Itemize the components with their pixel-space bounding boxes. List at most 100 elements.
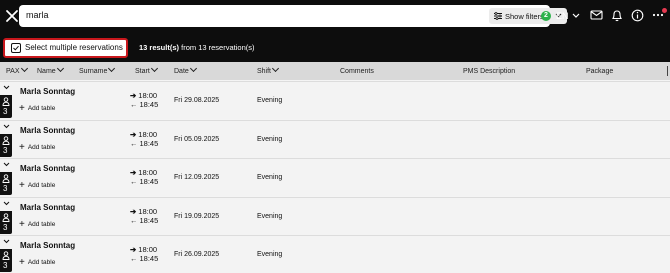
bell-icon[interactable]: [611, 9, 623, 22]
reservation-date: Fri 05.09.2025: [174, 135, 220, 143]
pax-count: 3: [3, 184, 8, 194]
close-icon[interactable]: [4, 8, 20, 24]
pax-count: 3: [3, 107, 8, 116]
arrow-right-icon: ➔: [130, 245, 137, 255]
person-icon: [2, 251, 10, 261]
person-icon: [2, 213, 10, 222]
plus-icon: +: [19, 180, 25, 192]
chevron-down-icon[interactable]: [3, 239, 10, 244]
start-time: ➔ 18:00: [130, 206, 158, 216]
mail-icon[interactable]: [590, 9, 603, 21]
search-input-value[interactable]: marla: [26, 10, 49, 20]
arrow-left-icon: ←: [130, 215, 138, 225]
sort-chevron-icon: [189, 64, 197, 73]
reservation-shift: Evening: [257, 212, 283, 220]
reservation-shift: Evening: [257, 174, 283, 182]
table-row[interactable]: 3 Marla Sonntag + Add table ➔ 18:00 ← 18:45…: [0, 119, 670, 158]
arrow-left-icon: ←: [130, 254, 138, 264]
guest-name[interactable]: Marla Sonntag: [20, 87, 75, 96]
person-icon: [2, 97, 10, 106]
guest-name[interactable]: Marla Sonntag: [20, 203, 75, 212]
language-selector[interactable]: EN: [556, 11, 569, 21]
chevron-down-icon[interactable]: [3, 162, 10, 167]
start-time: ➔ 18:00: [130, 91, 158, 100]
reservation-date: Fri 29.08.2025: [174, 97, 220, 104]
end-time: ← 18:45: [130, 100, 159, 109]
column-header-package: Package: [586, 68, 614, 75]
column-divider: [667, 66, 668, 76]
column-header-date[interactable]: Date: [174, 64, 197, 75]
table-row[interactable]: 3 Marla Sonntag + Add table ➔ 18:00 ← 18:45…: [0, 158, 670, 197]
arrow-right-icon: ➔: [130, 206, 137, 216]
filter-sliders-icon: [494, 12, 502, 20]
pax-badge: 3: [0, 172, 12, 196]
arrow-right-icon: ➔: [130, 168, 137, 178]
plus-icon: +: [19, 257, 25, 269]
start-time: ➔ 18:00: [130, 245, 158, 255]
plus-icon: +: [19, 141, 25, 153]
reservation-date: Fri 26.09.2025: [174, 251, 220, 259]
checkbox-icon[interactable]: [11, 43, 21, 53]
pax-count: 3: [3, 145, 8, 155]
show-filters-label: Show filters: [505, 12, 544, 21]
start-time: ➔ 18:00: [130, 129, 158, 139]
sort-chevron-icon: [271, 64, 280, 73]
chevron-down-icon[interactable]: [3, 124, 10, 129]
end-time: ← 18:45: [130, 138, 159, 148]
column-header-start[interactable]: Start: [135, 64, 158, 75]
plus-icon: +: [19, 103, 25, 114]
add-table-button[interactable]: + Add table: [19, 142, 55, 153]
guest-name[interactable]: Marla Sonntag: [20, 126, 75, 135]
results-summary: 13 result(s) from 13 reservation(s): [139, 43, 254, 52]
start-time: ➔ 18:00: [130, 168, 158, 178]
guest-name[interactable]: Marla Sonntag: [20, 164, 75, 173]
chevron-down-icon[interactable]: [3, 85, 10, 90]
chevron-down-icon[interactable]: [3, 201, 10, 206]
column-header-pms-description: PMS Description: [463, 68, 516, 75]
arrow-right-icon: ➔: [130, 129, 137, 139]
add-table-button[interactable]: + Add table: [19, 257, 55, 268]
column-header-surname[interactable]: Surname: [79, 64, 116, 75]
pax-badge: 3: [0, 249, 12, 273]
sort-chevron-icon: [108, 64, 116, 73]
results-count: 13 result(s): [139, 43, 180, 52]
pax-badge: 3: [0, 133, 12, 157]
column-header-shift[interactable]: Shift: [257, 64, 280, 75]
reservation-shift: Evening: [257, 251, 283, 259]
pax-count: 3: [3, 222, 8, 232]
select-multiple-reservations-button[interactable]: Select multiple reservations: [3, 38, 128, 58]
arrow-left-icon: ←: [130, 138, 138, 148]
end-time: ← 18:45: [130, 215, 159, 225]
reservation-date: Fri 12.09.2025: [174, 174, 220, 182]
arrow-left-icon: ←: [130, 177, 138, 187]
sort-chevron-icon: [20, 64, 28, 73]
table-row[interactable]: 3 Marla Sonntag + Add table ➔ 18:00 ← 18:45…: [0, 81, 670, 119]
reservation-shift: Evening: [257, 97, 283, 104]
top-bar: marla Show filters 2 EN: [0, 0, 670, 32]
table-row[interactable]: 3 Marla Sonntag + Add table ➔ 18:00 ← 18:45…: [0, 235, 670, 273]
info-icon[interactable]: [631, 9, 644, 22]
select-multiple-label: Select multiple reservations: [25, 43, 123, 52]
sort-chevron-icon: [56, 64, 64, 73]
reservation-date: Fri 19.09.2025: [174, 212, 220, 220]
add-table-button[interactable]: + Add table: [19, 103, 55, 114]
column-header-name[interactable]: Name: [37, 64, 64, 75]
reservation-shift: Evening: [257, 135, 283, 143]
person-icon: [2, 135, 10, 145]
person-icon: [2, 174, 10, 184]
end-time: ← 18:45: [130, 177, 159, 187]
add-table-button[interactable]: + Add table: [19, 180, 55, 191]
results-suffix: from 13 reservation(s): [181, 43, 255, 52]
end-time: ← 18:45: [130, 254, 159, 264]
column-header-pax[interactable]: PAX: [6, 64, 28, 75]
table-row[interactable]: 3 Marla Sonntag + Add table ➔ 18:00 ← 18:45…: [0, 196, 670, 235]
pax-badge: 3: [0, 95, 12, 118]
pax-count: 3: [3, 261, 8, 271]
chevron-down-icon[interactable]: [572, 13, 580, 19]
add-table-button[interactable]: + Add table: [19, 219, 55, 230]
guest-name[interactable]: Marla Sonntag: [20, 241, 75, 250]
search-input[interactable]: marla Show filters 2: [19, 5, 567, 27]
arrow-left-icon: ←: [130, 100, 138, 109]
plus-icon: +: [19, 218, 25, 230]
notification-dot: [662, 8, 667, 13]
